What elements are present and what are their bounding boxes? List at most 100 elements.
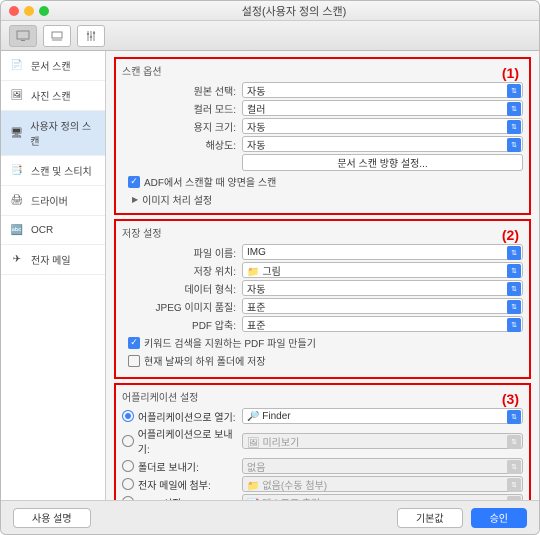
window-title: 설정(사용자 정의 스캔) bbox=[57, 3, 531, 19]
subfolder-label: 현재 날짜의 하위 폴더에 저장 bbox=[144, 353, 266, 368]
chevron-updown-icon: ⇅ bbox=[507, 460, 521, 474]
sidebar-item-label: 문서 스캔 bbox=[31, 58, 71, 73]
sidebar-item-label: 사진 스캔 bbox=[31, 88, 71, 103]
ocr-icon: 🔤 bbox=[9, 223, 25, 237]
tab-scan-from-computer[interactable] bbox=[9, 25, 37, 47]
start-ocr-radio[interactable] bbox=[122, 496, 134, 500]
zoom-icon[interactable] bbox=[39, 6, 49, 16]
send-folder-select[interactable]: 없음⇅ bbox=[242, 458, 523, 474]
filename-label: 파일 이름: bbox=[122, 245, 242, 260]
keyword-label: 키워드 검색을 지원하는 PDF 파일 만들기 bbox=[144, 335, 316, 350]
finder-icon: 🔎 bbox=[247, 411, 259, 422]
defaults-button[interactable]: 기본값 bbox=[397, 508, 463, 528]
sidebar-item-scan-stitch[interactable]: 📑 스캔 및 스티치 bbox=[1, 156, 105, 186]
source-label: 원본 선택: bbox=[122, 83, 242, 98]
attach-mail-radio[interactable] bbox=[122, 478, 134, 490]
custom-scan-icon: 🖥 bbox=[9, 126, 24, 140]
sidebar: 📄 문서 스캔 🖼 사진 스캔 🖥 사용자 정의 스캔 📑 스캔 및 스티치 🖨 드라이버… bbox=[1, 51, 106, 500]
folder-icon: 📁 bbox=[247, 481, 259, 492]
sidebar-item-label: 스캔 및 스티치 bbox=[31, 163, 92, 178]
resolution-label: 해상도: bbox=[122, 137, 242, 152]
section-scan-options: (1) 스캔 옵션 원본 선택:자동⇅ 컬러 모드:컬러⇅ 용지 크기:자동⇅ … bbox=[114, 57, 531, 215]
section-number: (1) bbox=[502, 65, 519, 81]
triangle-right-icon: ▶ bbox=[132, 195, 138, 204]
adf-label: ADF에서 스캔할 때 양면을 스캔 bbox=[144, 174, 276, 189]
chevron-updown-icon: ⇅ bbox=[507, 435, 521, 449]
filename-field[interactable]: IMG⇅ bbox=[242, 244, 523, 260]
chevron-updown-icon: ⇅ bbox=[507, 318, 521, 332]
start-ocr-label: OCR 시작: bbox=[138, 495, 184, 501]
text-icon: 📝 bbox=[247, 499, 259, 501]
location-select[interactable]: 📁그림⇅ bbox=[242, 262, 523, 278]
start-ocr-select[interactable]: 📝 텍스트로 출력⇅ bbox=[242, 494, 523, 500]
orientation-button[interactable]: 문서 스캔 방향 설정... bbox=[242, 154, 523, 171]
sidebar-item-label: 사용자 정의 스캔 bbox=[30, 118, 97, 148]
minimize-icon[interactable] bbox=[24, 6, 34, 16]
paper-select[interactable]: 자동⇅ bbox=[242, 118, 523, 134]
send-to-select[interactable]: 🖼 미리보기⇅ bbox=[242, 433, 523, 449]
section-title: 스캔 옵션 bbox=[122, 63, 523, 78]
source-select[interactable]: 자동⇅ bbox=[242, 82, 523, 98]
email-icon: ✈ bbox=[9, 253, 25, 267]
chevron-updown-icon: ⇅ bbox=[507, 264, 521, 278]
chevron-updown-icon: ⇅ bbox=[507, 84, 521, 98]
sidebar-item-driver[interactable]: 🖨 드라이버 bbox=[1, 186, 105, 216]
attach-mail-select[interactable]: 📁없음(수동 첨부)⇅ bbox=[242, 476, 523, 492]
send-to-label: 어플리케이션으로 보내기: bbox=[138, 426, 242, 456]
chevron-updown-icon: ⇅ bbox=[507, 102, 521, 116]
preview-icon: 🖼 bbox=[247, 438, 260, 449]
sidebar-item-email[interactable]: ✈ 전자 메일 bbox=[1, 245, 105, 275]
pdf-select[interactable]: 표준⇅ bbox=[242, 316, 523, 332]
section-title: 저장 설정 bbox=[122, 225, 523, 240]
chevron-updown-icon: ⇅ bbox=[507, 496, 521, 500]
document-icon: 📄 bbox=[9, 59, 25, 73]
adf-duplex-checkbox[interactable]: ✓ bbox=[128, 176, 140, 188]
open-with-select[interactable]: 🔎 Finder⇅ bbox=[242, 408, 523, 424]
help-button[interactable]: 사용 설명 bbox=[13, 508, 91, 528]
open-with-radio[interactable] bbox=[122, 410, 134, 422]
section-number: (2) bbox=[502, 227, 519, 243]
format-label: 데이터 형식: bbox=[122, 281, 242, 296]
sidebar-item-photo-scan[interactable]: 🖼 사진 스캔 bbox=[1, 81, 105, 111]
send-to-radio[interactable] bbox=[122, 435, 134, 447]
chevron-updown-icon: ⇅ bbox=[507, 120, 521, 134]
jpeg-label: JPEG 이미지 품질: bbox=[122, 299, 242, 314]
resolution-select[interactable]: 자동⇅ bbox=[242, 136, 523, 152]
chevron-updown-icon: ⇅ bbox=[507, 246, 521, 260]
driver-icon: 🖨 bbox=[9, 194, 25, 208]
ok-button[interactable]: 승인 bbox=[471, 508, 527, 528]
format-select[interactable]: 자동⇅ bbox=[242, 280, 523, 296]
open-with-label: 어플리케이션으로 열기: bbox=[138, 409, 236, 424]
image-processing-disclosure[interactable]: ▶이미지 처리 설정 bbox=[132, 192, 523, 207]
stitch-icon: 📑 bbox=[9, 164, 25, 178]
photo-icon: 🖼 bbox=[9, 89, 25, 103]
tab-general-settings[interactable] bbox=[77, 25, 105, 47]
chevron-updown-icon: ⇅ bbox=[507, 478, 521, 492]
sidebar-item-custom-scan[interactable]: 🖥 사용자 정의 스캔 bbox=[1, 111, 105, 156]
sidebar-item-document-scan[interactable]: 📄 문서 스캔 bbox=[1, 51, 105, 81]
sidebar-item-label: 드라이버 bbox=[31, 193, 68, 208]
sidebar-item-label: 전자 메일 bbox=[31, 252, 71, 267]
send-folder-radio[interactable] bbox=[122, 460, 134, 472]
chevron-updown-icon: ⇅ bbox=[507, 138, 521, 152]
section-title: 어플리케이션 설정 bbox=[122, 389, 523, 404]
tab-scan-from-panel[interactable] bbox=[43, 25, 71, 47]
chevron-updown-icon: ⇅ bbox=[507, 410, 521, 424]
sidebar-item-label: OCR bbox=[31, 225, 53, 236]
keyword-pdf-checkbox[interactable]: ✓ bbox=[128, 337, 140, 349]
paper-label: 용지 크기: bbox=[122, 119, 242, 134]
chevron-updown-icon: ⇅ bbox=[507, 282, 521, 296]
section-app-settings: (3) 어플리케이션 설정 어플리케이션으로 열기: 🔎 Finder⇅ 어플리케… bbox=[114, 383, 531, 500]
jpeg-select[interactable]: 표준⇅ bbox=[242, 298, 523, 314]
folder-icon: 📁 bbox=[247, 267, 259, 278]
section-save-settings: (2) 저장 설정 파일 이름:IMG⇅ 저장 위치:📁그림⇅ 데이터 형식:자… bbox=[114, 219, 531, 379]
attach-mail-label: 전자 메일에 첨부: bbox=[138, 477, 211, 492]
send-folder-label: 폴더로 보내기: bbox=[138, 459, 199, 474]
sidebar-item-ocr[interactable]: 🔤 OCR bbox=[1, 216, 105, 245]
color-label: 컬러 모드: bbox=[122, 101, 242, 116]
pdf-label: PDF 압축: bbox=[122, 317, 242, 332]
color-select[interactable]: 컬러⇅ bbox=[242, 100, 523, 116]
section-number: (3) bbox=[502, 391, 519, 407]
subfolder-checkbox[interactable] bbox=[128, 355, 140, 367]
close-icon[interactable] bbox=[9, 6, 19, 16]
